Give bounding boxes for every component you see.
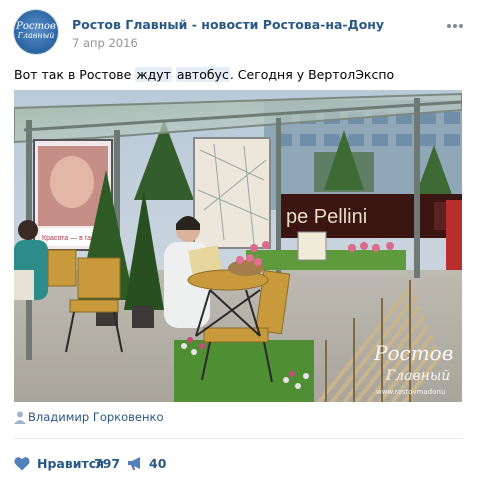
post-date[interactable]: 7 апр 2016 [72,36,138,50]
watermark-line2: Главный [385,368,450,384]
like-count: 797 [94,456,121,471]
author-name[interactable]: Владимир Горковенко [28,410,164,424]
photo-sign-text: pe Pellini [286,206,367,228]
post-header: Ростов Главный Ростов Главный - новости … [14,8,467,58]
share-count: 40 [149,456,167,471]
watermark-line1: Ростов [373,341,453,365]
post-text-part: . Сегодня у ВертолЭкспо [229,67,395,82]
heart-icon [14,457,30,471]
more-dots-icon[interactable] [445,20,465,32]
post-text-highlight: автобус [175,67,230,82]
post-text-part: Вот так в Ростове [14,67,136,82]
watermark-url: www.rostovmadonu [376,388,445,396]
megaphone-icon [128,457,140,470]
post-text: Вот так в Ростове ждут автобус. Сегодня … [14,67,394,82]
post-photo[interactable]: pe Pellini Красота — в гармонии Ростов Г… [14,90,462,402]
group-avatar[interactable]: Ростов Главный [14,10,58,54]
avatar-logo-line2: Главный [17,31,55,40]
author-person-icon [14,411,26,424]
post-text-highlight: ждут [135,67,172,82]
divider [14,438,463,439]
group-name-link[interactable]: Ростов Главный - новости Ростова-на-Дону [72,17,384,32]
